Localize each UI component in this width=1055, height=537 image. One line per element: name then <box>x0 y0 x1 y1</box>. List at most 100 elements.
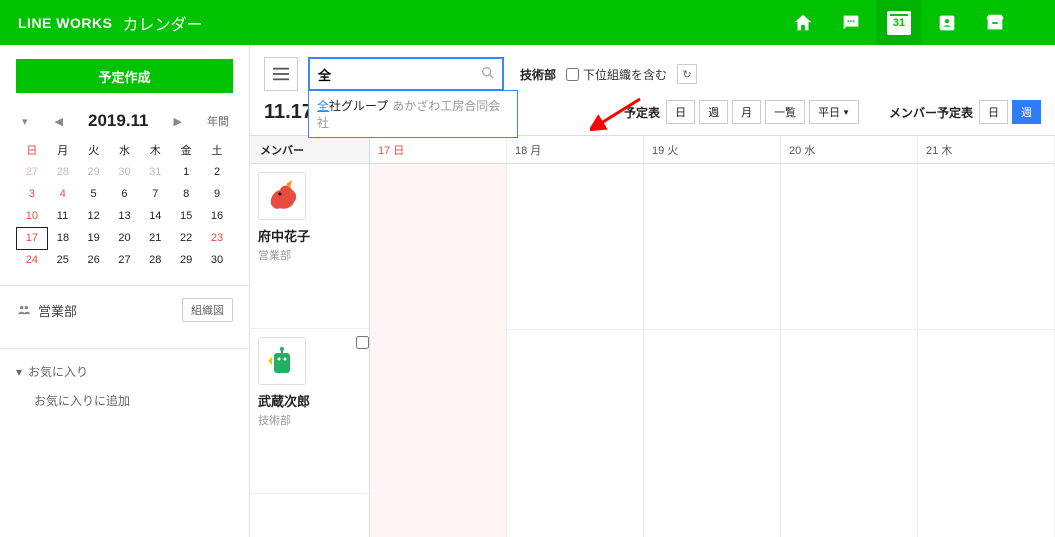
member-name: 府中花子 <box>258 226 361 245</box>
contacts-icon[interactable] <box>925 0 969 45</box>
mini-cal-day[interactable]: 19 <box>78 227 109 249</box>
mini-cal-day[interactable]: 3 <box>17 183 48 205</box>
schedule-view-label: 予定表 <box>624 104 660 121</box>
mini-cal-day[interactable]: 10 <box>17 205 48 227</box>
search-icon[interactable] <box>480 65 496 81</box>
day-column[interactable]: 18 月 <box>507 136 644 537</box>
ac-rest: 社グループ <box>329 99 388 113</box>
chat-icon[interactable] <box>829 0 873 45</box>
mini-cal-day[interactable]: 6 <box>109 183 140 205</box>
mini-cal-day[interactable]: 27 <box>109 249 140 271</box>
month-navigator: ▾ ◀ 2019.11 ▶ 年間 <box>16 111 233 131</box>
mini-cal-day[interactable]: 21 <box>140 227 171 249</box>
year-view-button[interactable]: 年間 <box>207 113 229 129</box>
dept-label: 営業部 <box>38 301 77 320</box>
create-event-button[interactable]: 予定作成 <box>16 59 233 93</box>
avatar <box>258 172 306 220</box>
mini-cal-day[interactable]: 7 <box>140 183 171 205</box>
mini-cal-day[interactable]: 1 <box>171 161 202 183</box>
member-view-week-button[interactable]: 週 <box>1012 100 1041 124</box>
row-checkbox[interactable] <box>356 336 369 349</box>
favorites-toggle[interactable]: ▾ お気に入り <box>16 361 233 382</box>
mini-cal-day[interactable]: 24 <box>17 249 48 271</box>
autocomplete-dropdown[interactable]: 全社グループあかざわ工房合同会社 <box>308 90 518 138</box>
mini-cal-day[interactable]: 27 <box>17 161 48 183</box>
mini-cal-day[interactable]: 8 <box>171 183 202 205</box>
prev-month-button[interactable]: ◀ <box>53 113 65 130</box>
robot-icon <box>262 341 302 381</box>
mini-cal-dow: 土 <box>202 139 233 161</box>
view-list-button[interactable]: 一覧 <box>765 100 805 124</box>
archive-icon[interactable] <box>973 0 1017 45</box>
view-day-button[interactable]: 日 <box>666 100 695 124</box>
org-chart-button[interactable]: 組織図 <box>182 298 233 322</box>
search-wrapper: 全社グループあかざわ工房合同会社 <box>308 57 504 91</box>
mini-cal-day[interactable]: 25 <box>47 249 78 271</box>
mini-cal-day[interactable]: 23 <box>202 227 233 249</box>
mini-cal-day[interactable]: 30 <box>109 161 140 183</box>
mini-cal-dow-row: 日月火水木金土 <box>17 139 233 161</box>
mini-cal-day[interactable]: 22 <box>171 227 202 249</box>
mini-cal-day[interactable]: 29 <box>78 161 109 183</box>
mini-cal-day[interactable]: 13 <box>109 205 140 227</box>
day-columns: 17 日18 月19 火20 水21 木 <box>370 136 1055 537</box>
dragon-icon <box>262 176 302 216</box>
content-area: 全社グループあかざわ工房合同会社 技術部 下位組織を含む ↻ 11.17-11.… <box>250 45 1055 537</box>
mini-calendar: 日月火水木金土 27282930311234567891011121314151… <box>16 139 233 271</box>
mini-cal-day[interactable]: 11 <box>47 205 78 227</box>
day-column[interactable]: 17 日 <box>370 136 507 537</box>
mini-cal-day[interactable]: 20 <box>109 227 140 249</box>
mini-cal-day[interactable]: 28 <box>140 249 171 271</box>
mini-cal-day[interactable]: 17 <box>17 227 48 249</box>
view-switcher: 予定表 日 週 月 一覧 平日▼ メンバー予定表 日 週 <box>624 100 1041 124</box>
mini-cal-dow: 火 <box>78 139 109 161</box>
include-suborg-checkbox[interactable]: 下位組織を含む <box>566 66 667 83</box>
reload-button[interactable]: ↻ <box>677 64 697 84</box>
view-month-button[interactable]: 月 <box>732 100 761 124</box>
mini-cal-day[interactable]: 16 <box>202 205 233 227</box>
mini-cal-body: 2728293031123456789101112131415161718192… <box>17 161 233 271</box>
member-cell: 武蔵次郎 技術部 <box>250 329 369 494</box>
mini-cal-day[interactable]: 5 <box>78 183 109 205</box>
mini-cal-day[interactable]: 30 <box>202 249 233 271</box>
member-view-day-button[interactable]: 日 <box>979 100 1008 124</box>
mini-cal-day[interactable]: 12 <box>78 205 109 227</box>
mini-cal-day[interactable]: 26 <box>78 249 109 271</box>
calendar-icon[interactable]: 31 <box>877 0 921 45</box>
app-title: カレンダー <box>122 11 202 35</box>
member-dept: 営業部 <box>258 247 361 263</box>
mini-cal-dow: 水 <box>109 139 140 161</box>
menu-toggle-button[interactable] <box>264 57 298 91</box>
dept-filter-label: 技術部 <box>520 66 556 83</box>
search-input[interactable] <box>308 57 504 91</box>
member-schedule-label: メンバー予定表 <box>889 104 973 121</box>
mini-cal-day[interactable]: 14 <box>140 205 171 227</box>
mini-cal-day[interactable]: 18 <box>47 227 78 249</box>
mini-cal-dow: 木 <box>140 139 171 161</box>
member-cell: 府中花子 営業部 <box>250 164 369 329</box>
day-header: 19 火 <box>644 136 780 164</box>
day-column[interactable]: 20 水 <box>781 136 918 537</box>
dept-row: 営業部 組織図 <box>16 286 233 334</box>
mini-cal-day[interactable]: 4 <box>47 183 78 205</box>
add-favorite-button[interactable]: お気に入りに追加 <box>16 382 233 409</box>
day-column[interactable]: 19 火 <box>644 136 781 537</box>
view-week-button[interactable]: 週 <box>699 100 728 124</box>
mini-cal-day[interactable]: 2 <box>202 161 233 183</box>
member-name: 武蔵次郎 <box>258 391 361 410</box>
mini-cal-day[interactable]: 9 <box>202 183 233 205</box>
collapse-icon[interactable]: ▾ <box>20 113 30 130</box>
include-suborg-input[interactable] <box>566 68 579 81</box>
calendar-badge: 31 <box>887 11 911 35</box>
mini-cal-day[interactable]: 31 <box>140 161 171 183</box>
mini-cal-day[interactable]: 15 <box>171 205 202 227</box>
day-column[interactable]: 21 木 <box>918 136 1055 537</box>
home-icon[interactable] <box>781 0 825 45</box>
app-header: LINE WORKS カレンダー 31 <box>0 0 1055 45</box>
left-sidebar: 予定作成 ▾ ◀ 2019.11 ▶ 年間 日月火水木金土 2728293031… <box>0 45 250 537</box>
mini-cal-day[interactable]: 29 <box>171 249 202 271</box>
mini-cal-day[interactable]: 28 <box>47 161 78 183</box>
view-weekday-button[interactable]: 平日▼ <box>809 100 859 124</box>
include-suborg-label: 下位組織を含む <box>583 66 667 83</box>
next-month-button[interactable]: ▶ <box>172 113 184 130</box>
